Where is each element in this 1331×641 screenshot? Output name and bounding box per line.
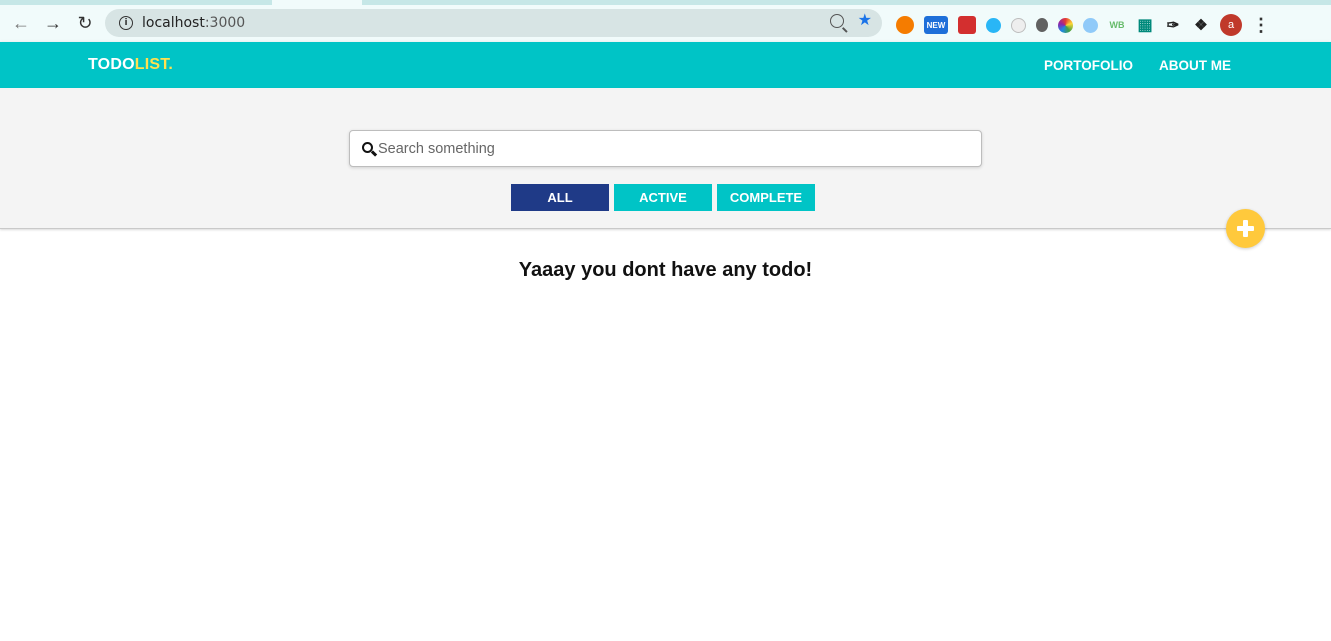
- search-input[interactable]: [378, 140, 958, 157]
- blue-circle-ext-icon[interactable]: [986, 17, 1001, 33]
- color-picker-ext-icon[interactable]: [1058, 17, 1073, 33]
- wb-ext-icon[interactable]: WB: [1108, 16, 1126, 34]
- back-arrow-icon[interactable]: ←: [6, 9, 36, 39]
- app-logo[interactable]: TODOLIST.: [88, 56, 173, 74]
- crop-ext-icon[interactable]: ▦: [1136, 16, 1154, 34]
- red-square-ext-icon[interactable]: [958, 16, 976, 34]
- browser-toolbar: ← → ↻ i localhost:3000 ★ NEW WB ▦ ✑ ❖ a …: [0, 5, 1331, 42]
- nav-about-me-link[interactable]: ABOUT ME: [1159, 58, 1231, 73]
- filter-tab-active[interactable]: ACTIVE: [614, 184, 712, 211]
- logo-accent: LIST.: [134, 56, 174, 73]
- mango-ext-icon[interactable]: [896, 16, 914, 34]
- brush-ext-icon[interactable]: ✑: [1164, 16, 1182, 34]
- info-icon[interactable]: i: [119, 16, 133, 30]
- compass-ext-icon[interactable]: [1083, 17, 1098, 33]
- puzzle-ext-icon[interactable]: ❖: [1192, 16, 1210, 34]
- filter-panel: ALL ACTIVE COMPLETE: [0, 88, 1331, 229]
- reload-icon[interactable]: ↻: [70, 9, 100, 39]
- nav-portofolio-link[interactable]: PORTOFOLIO: [1044, 58, 1133, 73]
- app-header: TODOLIST. PORTOFOLIO ABOUT ME: [0, 42, 1331, 88]
- logo-main: TODO: [88, 56, 135, 73]
- address-url[interactable]: localhost:3000: [142, 15, 245, 31]
- top-nav: PORTOFOLIO ABOUT ME: [1044, 58, 1231, 73]
- bug-ext-icon[interactable]: [1036, 18, 1048, 32]
- forward-arrow-icon[interactable]: →: [38, 9, 68, 39]
- search-icon: [362, 141, 378, 157]
- browser-menu-icon[interactable]: ⋮: [1252, 15, 1270, 36]
- filter-tab-all[interactable]: ALL: [511, 184, 609, 211]
- extensions-bar: NEW WB ▦ ✑ ❖ a ⋮: [896, 14, 1270, 36]
- search-box[interactable]: [349, 130, 982, 167]
- clock-ext-icon[interactable]: [1011, 17, 1026, 33]
- empty-state-message: Yaaay you dont have any todo!: [518, 259, 813, 281]
- bookmark-star-icon[interactable]: ★: [858, 13, 872, 29]
- filter-tabs: ALL ACTIVE COMPLETE: [511, 184, 815, 211]
- zoom-icon[interactable]: [829, 14, 844, 28]
- filter-tab-complete[interactable]: COMPLETE: [717, 184, 815, 211]
- profile-avatar[interactable]: a: [1220, 14, 1242, 36]
- add-todo-button[interactable]: [1226, 209, 1265, 248]
- new-ext-icon[interactable]: NEW: [924, 16, 948, 34]
- address-bar[interactable]: i localhost:3000 ★: [105, 9, 882, 37]
